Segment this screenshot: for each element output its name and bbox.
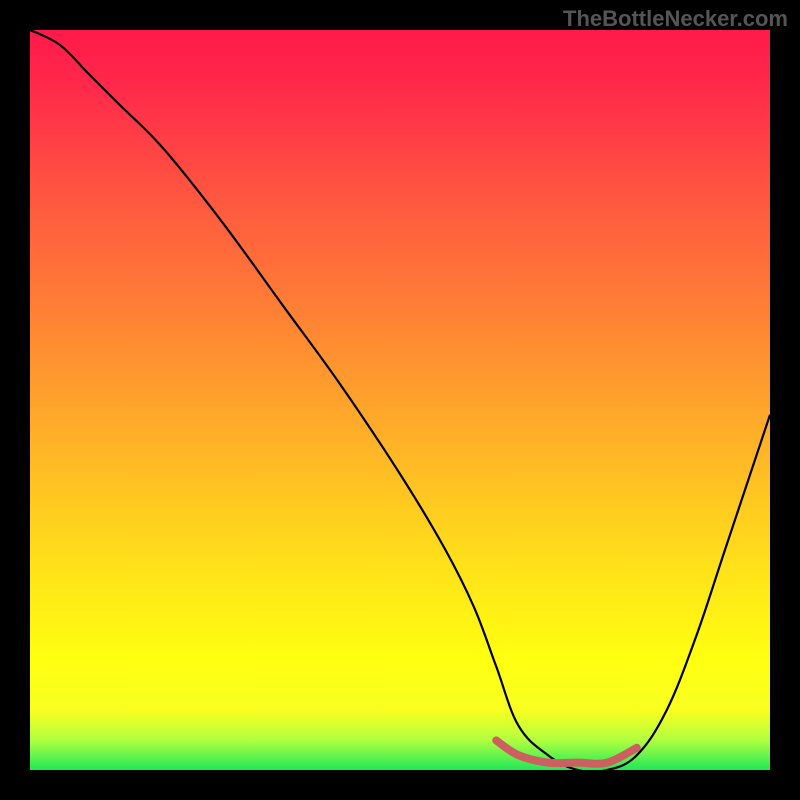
- bottleneck-curve-path: [30, 30, 770, 770]
- chart-svg: [30, 30, 770, 770]
- optimal-range-marker-path: [496, 740, 637, 763]
- watermark-text: TheBottleNecker.com: [563, 6, 788, 32]
- chart-plot-area: [30, 30, 770, 770]
